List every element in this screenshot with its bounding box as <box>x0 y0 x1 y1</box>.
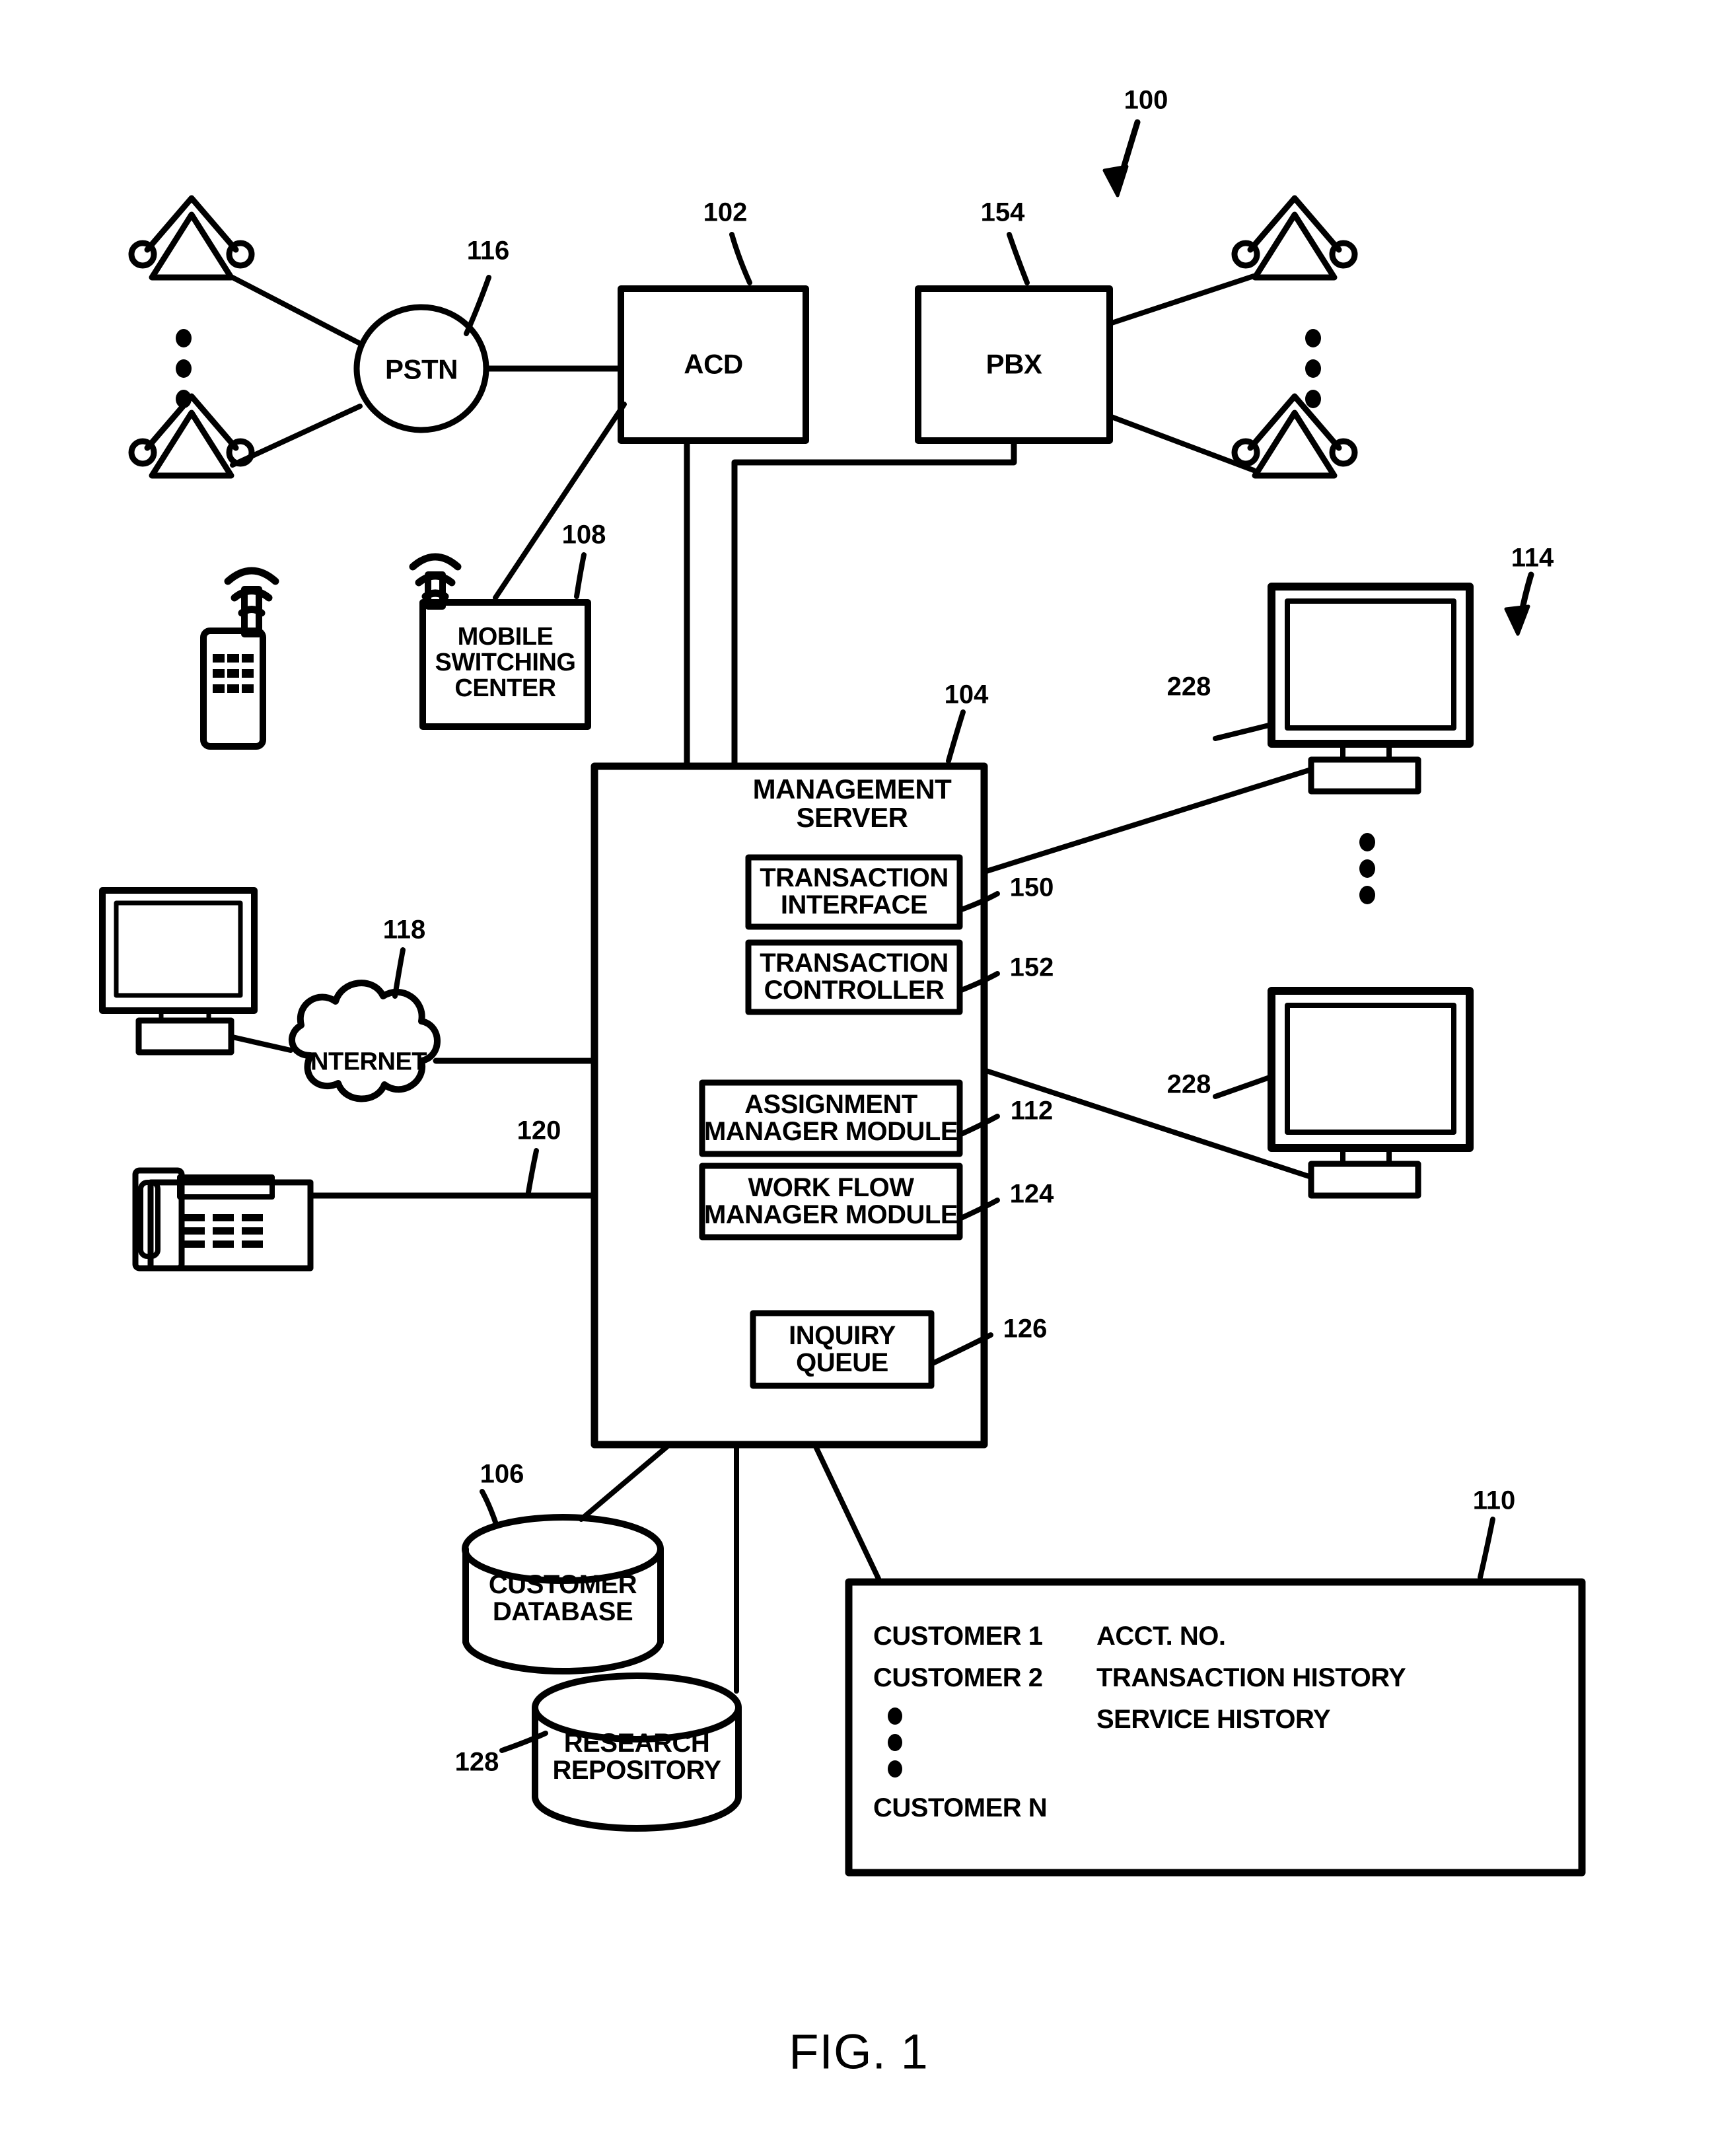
internet-cloud <box>288 980 441 1102</box>
ref-104: 104 <box>944 680 989 709</box>
leader-152 <box>957 971 1000 993</box>
figure-caption: FIG. 1 <box>789 2024 929 2079</box>
agent-telephone-icon-bottom-right <box>1231 393 1358 479</box>
arrowhead-114 <box>1504 604 1530 636</box>
link-server-to-customer-table <box>813 1444 881 1581</box>
leader-228-bottom <box>1213 1074 1274 1099</box>
leader-106 <box>480 1489 499 1528</box>
ref-128: 128 <box>454 1747 499 1777</box>
agent-telephone-icon-top-left <box>128 195 255 281</box>
mobile-phone-icon <box>200 567 279 750</box>
leader-154 <box>1007 232 1030 285</box>
ref-106: 106 <box>480 1459 524 1489</box>
link-pbx-to-agent-bottom-right <box>1107 413 1256 473</box>
ref-228-bottom: 228 <box>1166 1069 1211 1099</box>
monitor-icon-top <box>1268 583 1474 795</box>
diagram-canvas <box>99 119 1586 1877</box>
leader-228-top <box>1213 722 1274 741</box>
msc-antenna-arc-2 <box>415 572 456 587</box>
ref-102: 102 <box>703 198 748 227</box>
leader-108 <box>574 552 587 599</box>
arrowhead-100 <box>1102 164 1129 198</box>
leader-128 <box>499 1731 548 1753</box>
desk-telephone-icon <box>132 1167 314 1272</box>
work-flow-manager-module-box <box>699 1163 963 1240</box>
link-agent-bottom-left-to-pstn <box>230 404 363 468</box>
customer-row-1: CUSTOMER 1 <box>873 1622 1043 1651</box>
link-msc-to-acd <box>493 402 627 600</box>
ref-126: 126 <box>1003 1314 1048 1344</box>
vertical-ellipsis-icon-workstations <box>1359 833 1375 904</box>
customer-row-n: CUSTOMER N <box>873 1793 1048 1822</box>
ref-108: 108 <box>561 520 606 550</box>
customer-field-transaction-history: TRANSACTION HISTORY <box>1096 1663 1406 1692</box>
monitor-icon-bottom <box>1268 987 1474 1199</box>
customer-field-acct-no: ACCT. NO. <box>1096 1622 1226 1651</box>
ref-124: 124 <box>1009 1179 1054 1209</box>
transaction-controller-box <box>745 939 963 1015</box>
ref-118: 118 <box>382 915 426 945</box>
link-computer-to-internet <box>230 1034 293 1053</box>
ref-228-top: 228 <box>1166 672 1211 701</box>
patent-figure: PSTN ACD PBX MOBILE SWITCHING CENTER INT… <box>0 0 1718 2156</box>
ref-112: 112 <box>1010 1096 1054 1126</box>
agent-telephone-icon-top-right <box>1231 195 1358 281</box>
customer-field-service-history: SERVICE HISTORY <box>1096 1705 1331 1734</box>
leader-110 <box>1478 1517 1495 1580</box>
leader-120 <box>526 1148 539 1195</box>
leader-104 <box>946 709 966 764</box>
vertical-ellipsis-icon-left <box>176 329 192 408</box>
ref-116: 116 <box>466 236 510 266</box>
ref-154: 154 <box>980 198 1025 227</box>
vertical-ellipsis-icon-right <box>1305 329 1321 408</box>
leader-102 <box>729 232 752 285</box>
pstn-ellipse <box>353 304 489 433</box>
mobile-switching-center-box <box>419 599 591 730</box>
desktop-computer-icon <box>99 887 258 1056</box>
transaction-interface-box <box>745 854 963 930</box>
assignment-manager-module-box <box>699 1079 963 1157</box>
customer-database-cylinder <box>462 1514 664 1675</box>
research-repository-cylinder <box>532 1672 742 1832</box>
ref-100: 100 <box>1124 85 1168 115</box>
pbx-box <box>915 285 1113 444</box>
acd-box <box>618 285 809 444</box>
leader-150 <box>957 891 1000 913</box>
msc-antenna-arc-1 <box>409 553 462 571</box>
ref-150: 150 <box>1009 873 1054 902</box>
link-pbx-to-agent-top-right <box>1107 273 1256 326</box>
link-server-to-customer-db <box>579 1444 670 1522</box>
management-server-box <box>591 762 988 1449</box>
ref-110: 110 <box>1472 1486 1516 1515</box>
msc-antenna-arc-3 <box>421 589 449 600</box>
leader-124 <box>957 1198 1000 1221</box>
link-agent-top-left-to-pstn <box>230 275 363 346</box>
customer-row-2: CUSTOMER 2 <box>873 1663 1043 1692</box>
link-pbx-to-server <box>731 437 1017 770</box>
ref-114: 114 <box>1511 543 1554 573</box>
link-server-to-workstation-top <box>982 767 1314 875</box>
leader-116 <box>464 275 491 336</box>
ref-152: 152 <box>1009 952 1054 982</box>
leader-112 <box>957 1114 1000 1137</box>
vertical-ellipsis-icon-customer-rows <box>888 1707 902 1778</box>
inquiry-queue-box <box>750 1310 935 1389</box>
ref-120: 120 <box>517 1116 561 1145</box>
